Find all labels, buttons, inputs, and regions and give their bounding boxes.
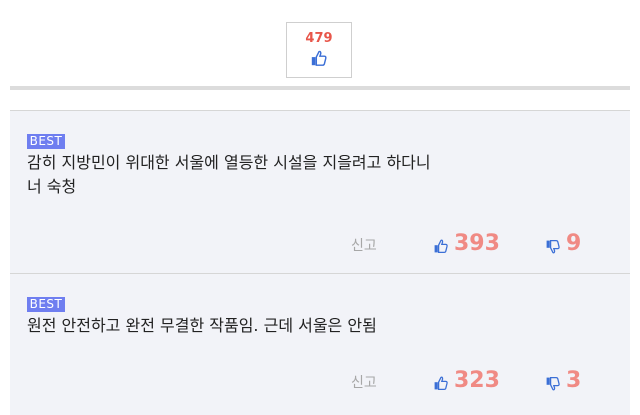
report-button[interactable]: 신고 — [351, 235, 377, 255]
thumbs-up-icon[interactable] — [433, 238, 449, 254]
downvote-count: 9 — [566, 231, 582, 256]
article-like-count: 479 — [305, 31, 333, 46]
thumbs-down-icon[interactable] — [545, 376, 561, 392]
comment-text-line: 감히 지방민이 위대한 서울에 열등한 시설을 지을려고 하다니 — [27, 153, 431, 172]
article-like-button[interactable]: 479 — [286, 22, 352, 78]
section-divider — [10, 86, 630, 90]
comment-text: 감히 지방민이 위대한 서울에 열등한 시설을 지을려고 하다니 너 숙청 — [27, 151, 547, 199]
thumbs-up-icon[interactable] — [433, 375, 449, 391]
comment-text-line: 원전 안전하고 완전 무결한 작품임. 근데 서울은 안됨 — [27, 316, 377, 335]
comment-text-line: 너 숙청 — [27, 177, 77, 196]
report-button[interactable]: 신고 — [351, 372, 377, 392]
best-badge: BEST — [27, 297, 65, 312]
comment-text: 원전 안전하고 완전 무결한 작품임. 근데 서울은 안됨 — [27, 314, 547, 338]
thumbs-down-icon[interactable] — [545, 239, 561, 255]
thumbs-up-icon — [311, 50, 327, 66]
upvote-count: 393 — [454, 231, 500, 256]
best-badge: BEST — [27, 134, 65, 149]
comment-item: BEST 원전 안전하고 완전 무결한 작품임. 근데 서울은 안됨 신고 32… — [10, 274, 630, 415]
downvote-count: 3 — [566, 368, 582, 393]
upvote-count: 323 — [454, 368, 500, 393]
comment-item: BEST 감히 지방민이 위대한 서울에 열등한 시설을 지을려고 하다니 너 … — [10, 111, 630, 273]
